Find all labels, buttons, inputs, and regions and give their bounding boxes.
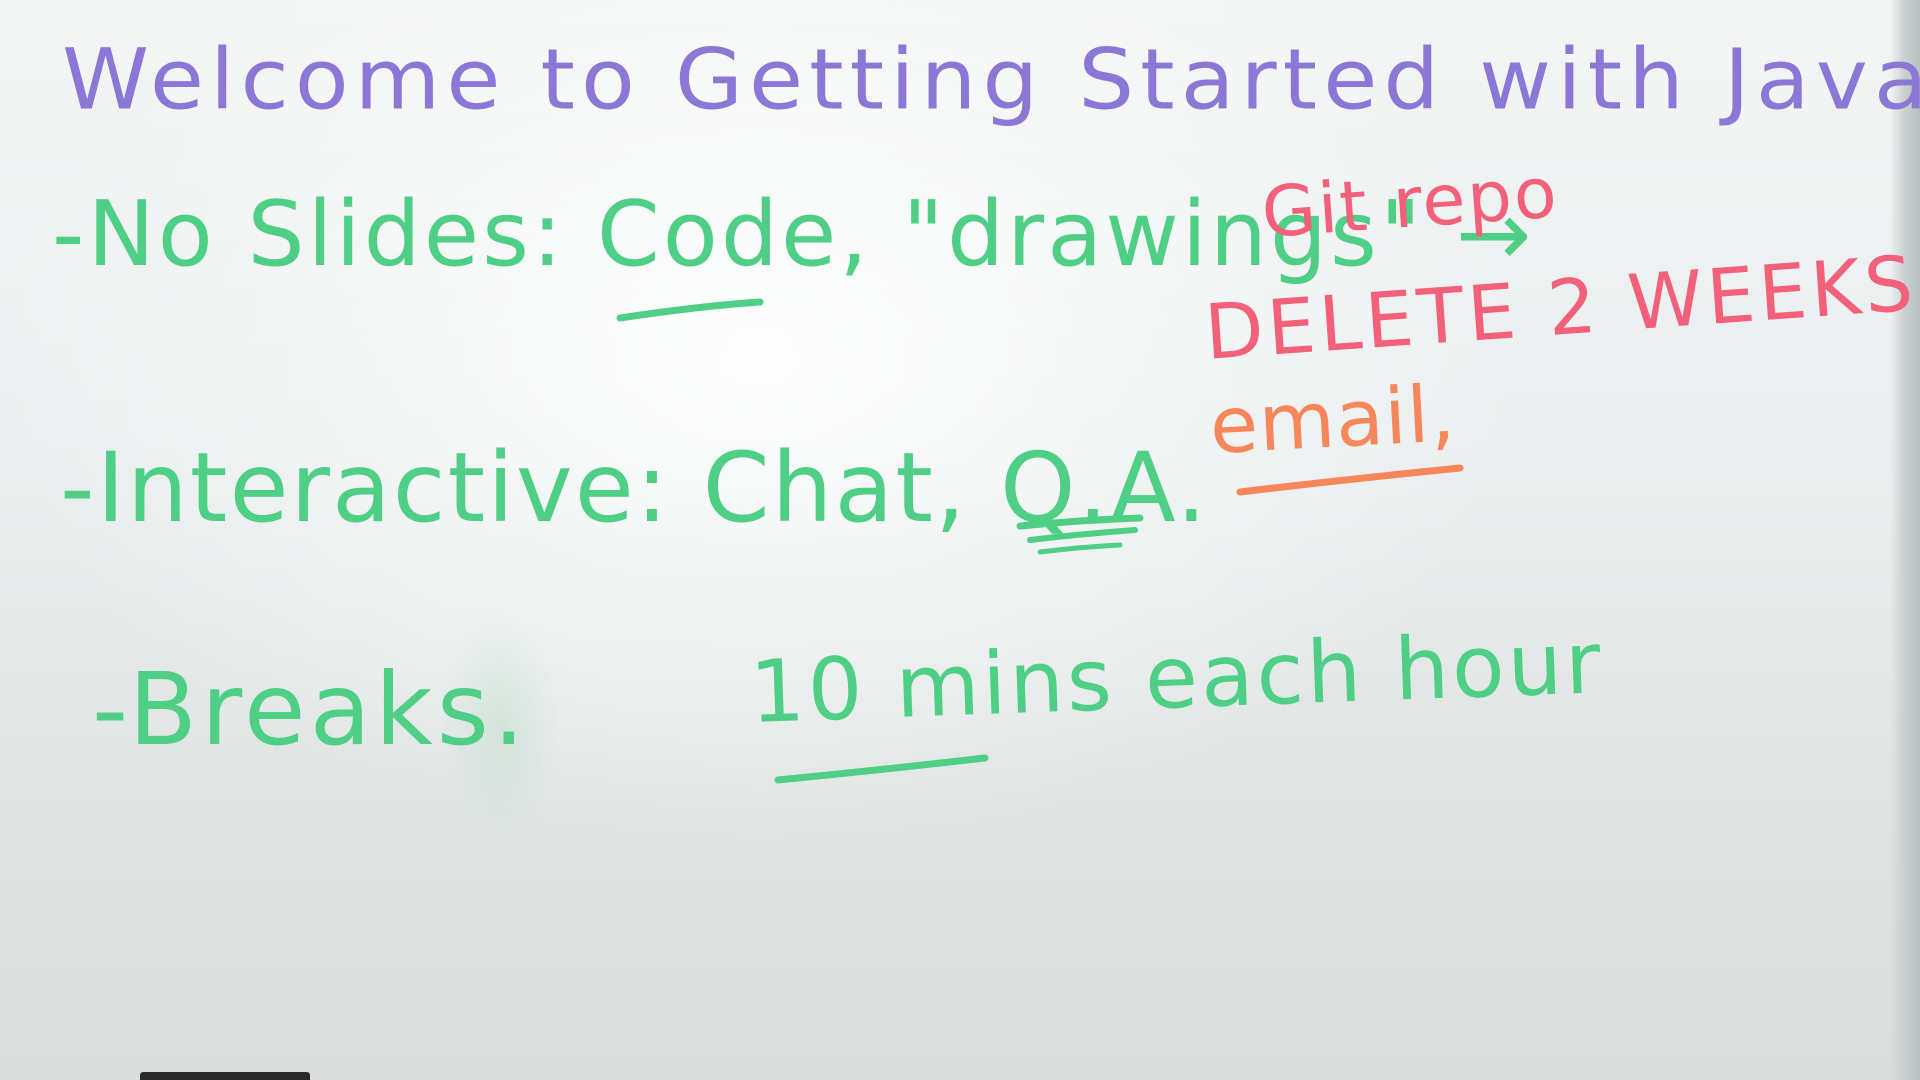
- ten-mins-underline: [774, 754, 989, 784]
- qa-underline-2: [1027, 527, 1138, 543]
- email-underline: [1236, 464, 1464, 496]
- qa-underline-1: [1016, 514, 1144, 530]
- code-underline: [616, 298, 764, 322]
- whiteboard: Welcome to Getting Started with Java -No…: [0, 0, 1920, 1080]
- qa-underline-3: [1037, 542, 1123, 555]
- underline-marks: [616, 298, 1464, 784]
